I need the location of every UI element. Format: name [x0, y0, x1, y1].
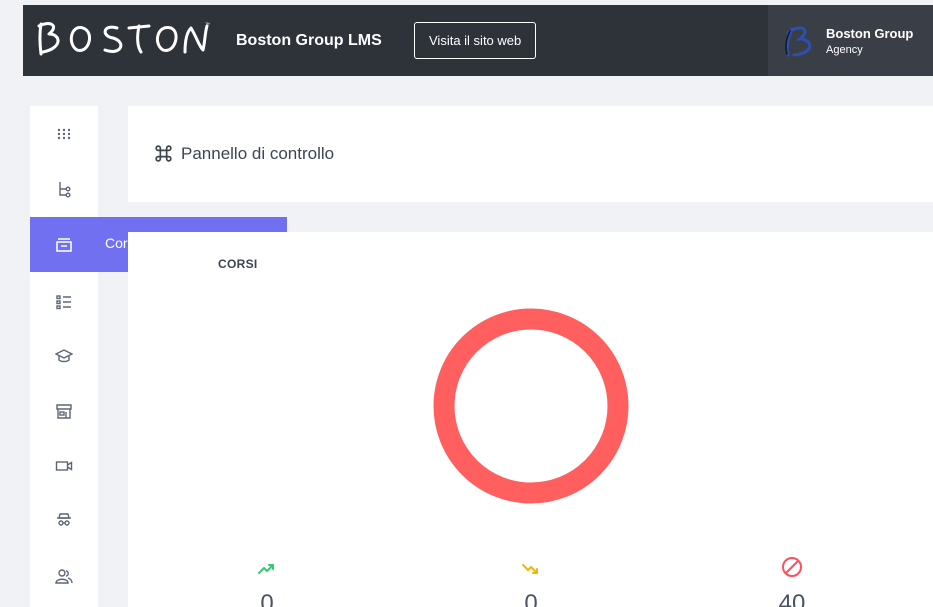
trending-up-icon	[258, 564, 274, 574]
sidebar-item-list[interactable]	[30, 282, 98, 322]
incognito-icon	[57, 513, 71, 526]
top-bar: ™ Boston Group LMS Visita il sito web Bo…	[23, 5, 933, 76]
app-title: Boston Group LMS	[236, 32, 382, 49]
sidebar-item-apps[interactable]	[30, 114, 98, 154]
boston-logo[interactable]: ™	[37, 18, 217, 58]
section-title: CORSI	[218, 257, 258, 271]
store-icon	[56, 404, 72, 419]
visit-website-button[interactable]: Visita il sito web	[414, 22, 537, 59]
sidebar-item-users[interactable]	[30, 556, 98, 596]
block-icon	[782, 557, 802, 577]
video-camera-icon	[55, 461, 73, 471]
users-icon	[55, 569, 73, 584]
graduation-cap-icon	[55, 349, 73, 363]
page-title: Pannello di controllo	[181, 144, 335, 163]
trending-down-icon	[522, 564, 538, 574]
list-icon	[56, 295, 71, 310]
user-menu[interactable]: Boston Group Agency	[768, 5, 933, 76]
courses-ring-chart	[433, 308, 629, 504]
sidebar-item-store[interactable]	[30, 391, 98, 431]
stat-value-blocked: 40	[778, 590, 806, 607]
courses-stats-card: CORSI 0 0 40	[128, 232, 933, 607]
apps-grid-icon	[57, 128, 71, 140]
sidebar	[30, 106, 98, 607]
page-header-card: Pannello di controllo	[128, 106, 933, 202]
svg-text:™: ™	[205, 22, 210, 28]
sidebar-item-hierarchy[interactable]	[30, 169, 98, 209]
stat-value-declining: 0	[524, 590, 538, 607]
user-name: Boston Group	[826, 26, 914, 41]
command-icon	[155, 145, 172, 162]
courses-icon	[30, 217, 98, 272]
avatar	[785, 26, 812, 57]
sidebar-item-video[interactable]	[30, 446, 98, 486]
hierarchy-icon	[59, 182, 71, 198]
sidebar-item-incognito[interactable]	[30, 499, 98, 539]
sidebar-item-graduation[interactable]	[30, 336, 98, 376]
stat-value-active: 0	[260, 590, 274, 607]
user-role: Agency	[826, 44, 863, 56]
